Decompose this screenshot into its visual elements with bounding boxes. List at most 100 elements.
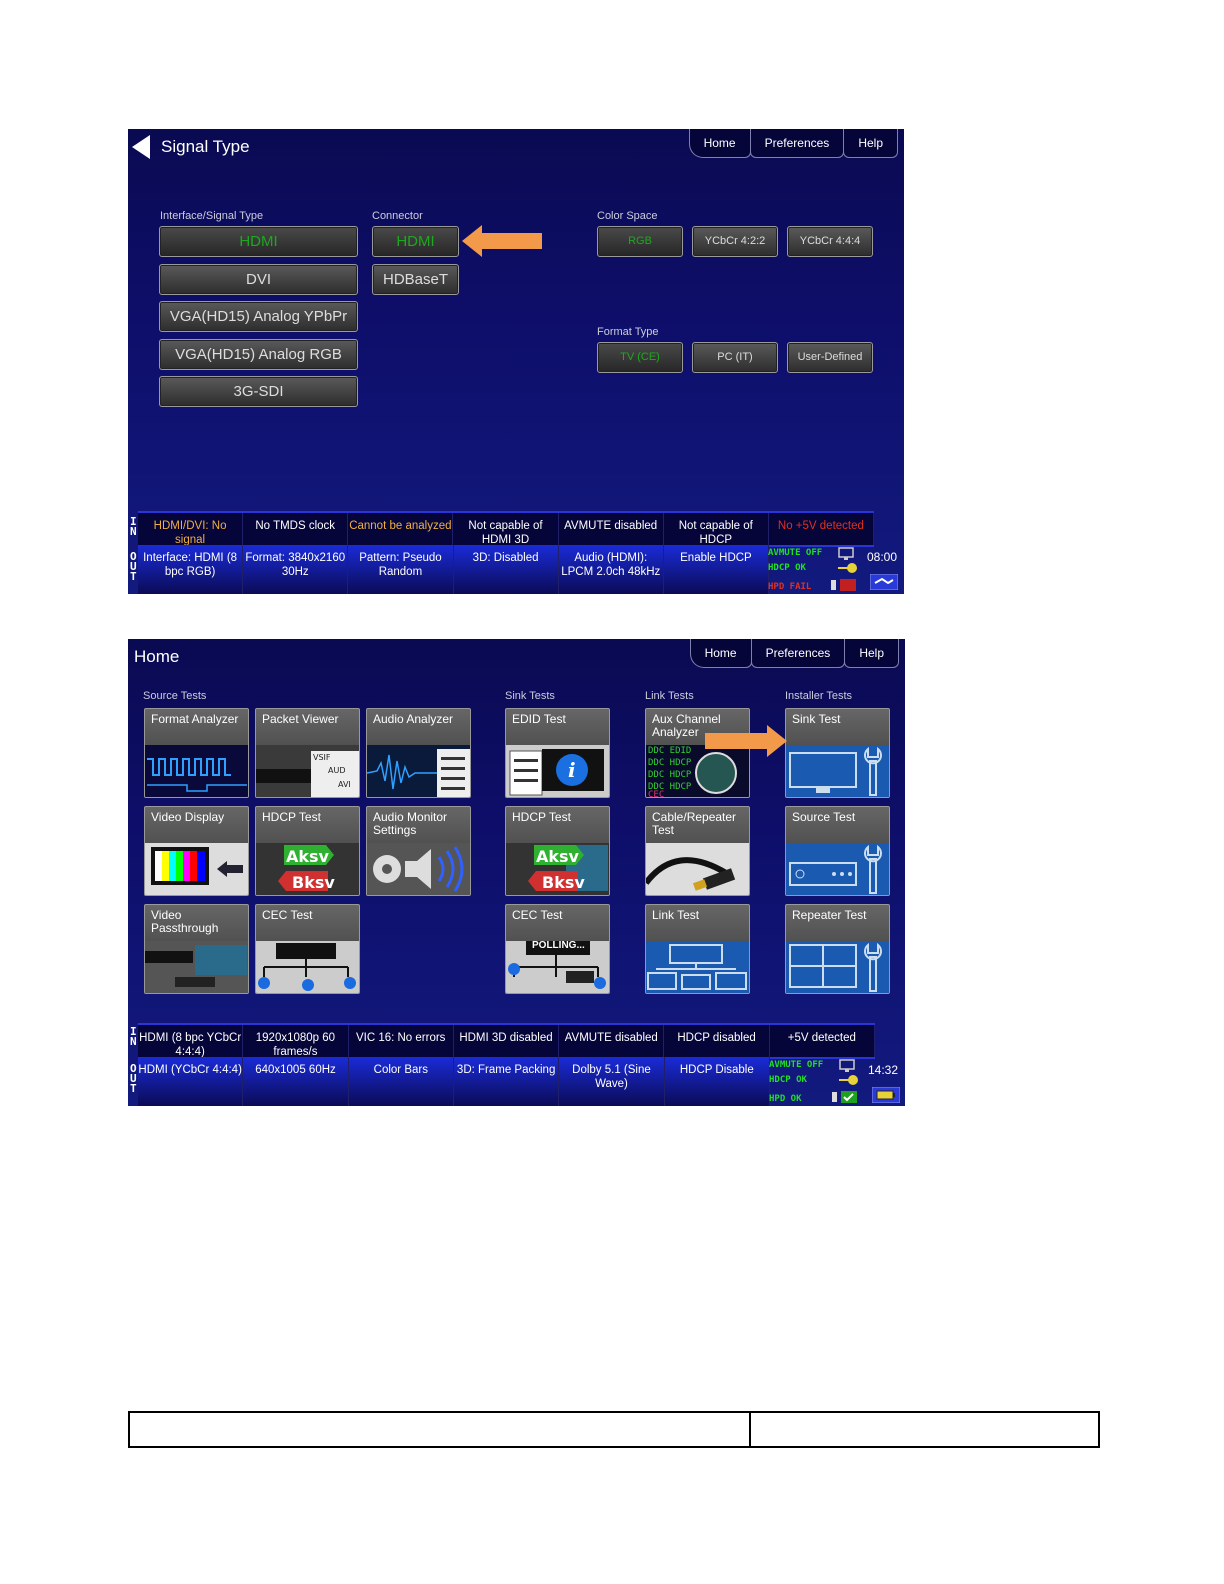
svg-text:i: i <box>568 758 576 782</box>
output-status-row: Interface: HDMI (8 bpc RGB) Format: 3840… <box>138 545 770 594</box>
tile-label: HDCP Test <box>262 810 321 824</box>
connector-hdbaset-button[interactable]: HDBaseT <box>372 264 459 295</box>
tile-cec-test-sink[interactable]: CEC Test POLLING... <box>505 904 610 994</box>
connector-hdmi-button[interactable]: HDMI <box>372 226 459 257</box>
out-label-text: OUT <box>130 1062 137 1095</box>
color-space-rgb-button[interactable]: RGB <box>597 226 683 257</box>
status-in-format: 1920x1080p 60 frames/s <box>243 1025 349 1058</box>
tile-cec-test-source[interactable]: CEC Test <box>255 904 360 994</box>
polling-label: POLLING... <box>532 940 585 951</box>
status-out-3d[interactable]: 3D: Frame Packing <box>454 1057 560 1106</box>
status-out-audio[interactable]: Audio (HDMI): LPCM 2.0ch 48kHz <box>559 545 664 594</box>
tile-audio-monitor-settings[interactable]: Audio Monitor Settings <box>366 806 471 896</box>
status-out-hdcp[interactable]: Enable HDCP <box>664 545 770 594</box>
footer-cell-right <box>751 1413 1098 1446</box>
nav-home[interactable]: Home <box>688 129 751 158</box>
tile-label: Packet Viewer <box>262 712 339 726</box>
video-display-icon <box>145 843 248 895</box>
tile-hdcp-test-source[interactable]: HDCP Test Aksv Bksv <box>255 806 360 896</box>
tile-format-analyzer[interactable]: Format Analyzer <box>144 708 249 798</box>
interface-dvi-button[interactable]: DVI <box>159 264 358 295</box>
nav-preferences[interactable]: Preferences <box>750 639 846 668</box>
tile-label: Link Test <box>652 908 700 922</box>
hdmi-cable-icon <box>646 843 749 895</box>
interface-3g-sdi-button[interactable]: 3G-SDI <box>159 376 358 407</box>
status-in-5v: +5V detected <box>770 1025 875 1057</box>
status-out-format[interactable]: 640x1005 60Hz <box>243 1057 349 1106</box>
page-title: Signal Type <box>161 137 250 156</box>
out-label: OUT <box>130 550 138 583</box>
connection-icon[interactable] <box>870 574 898 590</box>
avmute-indicator: AVMUTE OFF <box>769 1060 824 1070</box>
status-out-pattern[interactable]: Color Bars <box>349 1057 454 1106</box>
output-status-row: HDMI (YCbCr 4:4:4) 640x1005 60Hz Color B… <box>138 1057 770 1106</box>
monitor-icon <box>838 547 854 560</box>
status-out-audio[interactable]: Dolby 5.1 (Sine Wave) <box>559 1057 665 1106</box>
tile-video-passthrough[interactable]: Video Passthrough <box>144 904 249 994</box>
orange-arrow-icon <box>462 225 542 257</box>
status-in-hdcp: Not capable of HDCP <box>664 513 769 546</box>
tile-hdcp-test-sink[interactable]: HDCP Test Aksv Bksv <box>505 806 610 896</box>
svg-text:VSIF: VSIF <box>313 753 331 762</box>
tile-repeater-test[interactable]: Repeater Test <box>785 904 890 994</box>
page-title: Home <box>134 647 180 666</box>
gear-speaker-icon <box>367 843 470 895</box>
status-in-analysis: Cannot be analyzed <box>348 513 454 545</box>
in-label-text: IN <box>130 1025 137 1048</box>
color-space-ycbcr444-button[interactable]: YCbCr 4:4:4 <box>787 226 873 257</box>
connector-label: Connector <box>372 210 423 222</box>
out-label: OUT <box>130 1062 138 1095</box>
back-arrow-icon[interactable] <box>132 135 150 159</box>
edid-info-icon: i <box>506 745 609 797</box>
format-pc-it-button[interactable]: PC (IT) <box>692 342 778 373</box>
svg-text:Aksv: Aksv <box>536 847 580 866</box>
svg-text:AUD: AUD <box>328 766 346 775</box>
status-out-format[interactable]: Format: 3840x2160 30Hz <box>243 545 349 594</box>
format-tv-ce-button[interactable]: TV (CE) <box>597 342 683 373</box>
color-space-ycbcr422-button[interactable]: YCbCr 4:2:2 <box>692 226 778 257</box>
svg-text:DDC HDCP: DDC HDCP <box>648 770 692 780</box>
tile-label: Source Test <box>792 810 856 824</box>
nav-help[interactable]: Help <box>844 639 899 668</box>
tile-audio-analyzer[interactable]: Audio Analyzer <box>366 708 471 798</box>
clock: 14:32 <box>868 1063 899 1077</box>
nav-home[interactable]: Home <box>689 639 752 668</box>
tile-label: Audio Analyzer <box>373 712 454 726</box>
status-in-tmds: No TMDS clock <box>243 513 349 545</box>
nav-help[interactable]: Help <box>843 129 898 158</box>
format-user-defined-button[interactable]: User-Defined <box>787 342 873 373</box>
svg-text:Bksv: Bksv <box>292 873 335 892</box>
color-space-label: Color Space <box>597 210 658 222</box>
status-out-hdcp[interactable]: HDCP Disable <box>665 1057 770 1106</box>
interface-vga-ypbpr-button[interactable]: VGA(HD15) Analog YPbPr <box>159 301 358 332</box>
hpd-indicator: HPD FAIL <box>768 582 812 592</box>
status-out-pattern[interactable]: Pattern: Pseudo Random <box>348 545 454 594</box>
tile-edid-test[interactable]: EDID Test i <box>505 708 610 798</box>
out-label-text: OUT <box>130 550 137 583</box>
status-in-avmute: AVMUTE disabled <box>559 1025 665 1057</box>
status-out-3d[interactable]: 3D: Disabled <box>454 545 559 594</box>
interface-vga-rgb-button[interactable]: VGA(HD15) Analog RGB <box>159 339 358 370</box>
interface-hdmi-button[interactable]: HDMI <box>159 226 358 257</box>
status-out-interface[interactable]: HDMI (YCbCr 4:4:4) <box>138 1057 244 1106</box>
tile-link-test[interactable]: Link Test <box>645 904 750 994</box>
battery-icon <box>872 1087 900 1103</box>
tile-sink-test[interactable]: Sink Test <box>785 708 890 798</box>
status-in-signal: HDMI (8 bpc YCbCr 4:4:4) <box>138 1025 244 1058</box>
status-in-avmute: AVMUTE disabled <box>559 513 664 545</box>
status-out-interface[interactable]: Interface: HDMI (8 bpc RGB) <box>138 545 244 594</box>
tile-video-display[interactable]: Video Display <box>144 806 249 896</box>
nav-preferences[interactable]: Preferences <box>749 129 845 158</box>
hdcp-ksv-icon: Aksv Bksv <box>506 843 609 895</box>
top-nav: Home Preferences Help <box>688 129 898 158</box>
status-in-signal: HDMI/DVI: No signal <box>138 513 244 546</box>
audio-wave-icon <box>367 745 470 797</box>
tile-source-test[interactable]: Source Test <box>785 806 890 896</box>
tile-packet-viewer[interactable]: Packet Viewer VSIF AUD AVI <box>255 708 360 798</box>
in-label-text: IN <box>130 515 137 538</box>
interface-label: Interface/Signal Type <box>160 210 264 222</box>
tile-label: CEC Test <box>262 908 313 922</box>
top-nav: Home Preferences Help <box>689 639 899 668</box>
svg-text:DDC EDID: DDC EDID <box>648 746 691 756</box>
tile-cable-repeater-test[interactable]: Cable/Repeater Test <box>645 806 750 896</box>
